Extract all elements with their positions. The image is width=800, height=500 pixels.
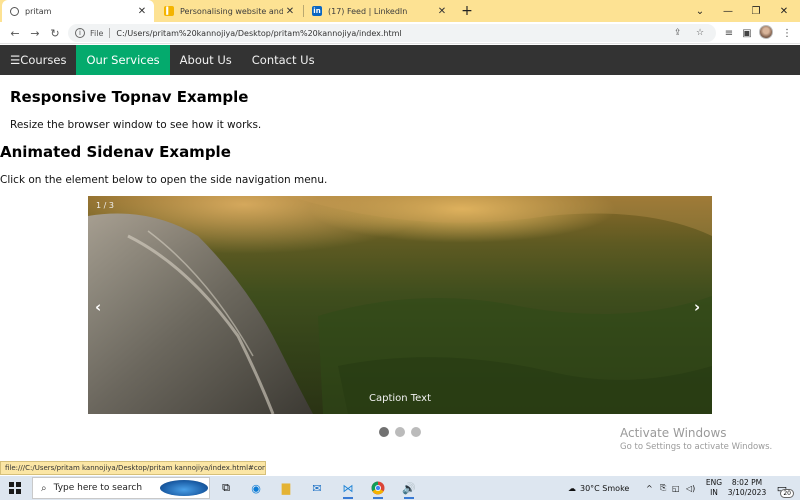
side-panel-icon[interactable]: ▣ — [738, 24, 756, 42]
text-topnav: Resize the browser window to see how it … — [10, 119, 262, 131]
share-icon[interactable]: ⇪ — [674, 24, 682, 42]
slide-number: 1 / 3 — [96, 201, 114, 210]
clock-time: 8:02 PM — [731, 478, 763, 487]
lang-region: IN — [710, 488, 718, 497]
status-url-bubble: file:///C:/Users/pritam kannojiya/Deskto… — [0, 461, 266, 475]
slide-dot-3[interactable] — [411, 427, 421, 437]
address-bar[interactable]: i File C:/Users/pritam%20kannojiya/Deskt… — [68, 24, 716, 42]
new-tab-button[interactable]: + — [458, 0, 476, 22]
search-placeholder: Type here to search — [53, 483, 143, 493]
text-sidenav: Click on the element below to open the s… — [0, 174, 328, 186]
task-view-icon[interactable]: ⧉ — [217, 479, 235, 497]
slide-caption: Caption Text — [368, 393, 432, 404]
browser-tab-strip: pritam ✕ ▍ Personalising website and und… — [0, 0, 800, 22]
system-clock[interactable]: 8:02 PM 3/10/2023 — [726, 478, 768, 498]
tab-title: Personalising website and under — [180, 6, 283, 16]
minimize-icon[interactable]: — — [714, 0, 742, 22]
url-text[interactable]: C:/Users/pritam%20kannojiya/Desktop/prit… — [116, 29, 401, 38]
chrome-icon[interactable] — [369, 479, 387, 499]
forward-arrow-icon[interactable]: → — [26, 24, 44, 42]
scheme-label: File — [90, 28, 104, 38]
tab-title: pritam — [25, 6, 52, 16]
browser-toolbar: ← → ↻ i File C:/Users/pritam%20kannojiya… — [0, 22, 800, 44]
file-explorer-icon[interactable]: ▇ — [277, 479, 295, 497]
speaker-app-icon[interactable]: 🔊 — [400, 479, 418, 499]
tab-close-icon[interactable]: ✕ — [135, 4, 149, 18]
onedrive-icon[interactable]: ⎘ — [660, 476, 666, 500]
mountain-forest-image — [88, 196, 712, 414]
lang-code: ENG — [705, 478, 723, 487]
heading-topnav: Responsive Topnav Example — [10, 88, 249, 106]
tab-search-chevron-icon[interactable]: ⌄ — [686, 0, 714, 22]
linkedin-icon: in — [312, 6, 322, 16]
vscode-icon[interactable]: ⋈ — [339, 479, 357, 499]
next-slide-button[interactable]: › — [694, 298, 700, 316]
clock-date: 3/10/2023 — [727, 488, 767, 497]
weather-widget[interactable]: ☁ 30°C Smoke — [568, 476, 629, 500]
notification-icon[interactable]: ▭ 20 — [774, 480, 794, 498]
info-icon[interactable]: i — [75, 28, 85, 38]
tab-close-icon[interactable]: ✕ — [435, 4, 449, 18]
slide-dot-1[interactable] — [379, 427, 389, 437]
nav-contact-us[interactable]: Contact Us — [242, 45, 325, 75]
omnibox-divider — [109, 28, 111, 38]
watermark-subtitle: Go to Settings to activate Windows. — [620, 442, 773, 452]
notification-badge: 20 — [780, 489, 794, 498]
reading-list-icon[interactable]: ≡ — [720, 24, 738, 42]
edge-browser-icon[interactable]: ◉ — [247, 479, 265, 497]
chrome-logo-icon — [371, 481, 385, 495]
tray-chevron-icon[interactable]: ^ — [646, 476, 653, 500]
weather-icon: ☁ — [568, 483, 576, 493]
back-arrow-icon[interactable]: ← — [6, 24, 24, 42]
reload-icon[interactable]: ↻ — [46, 24, 64, 42]
topnav: ☰Courses Our Services About Us Contact U… — [0, 45, 800, 75]
bookmark-star-icon[interactable]: ☆ — [696, 24, 704, 42]
prev-slide-button[interactable]: ‹ — [95, 298, 101, 316]
kebab-menu-icon[interactable]: ⋮ — [778, 24, 796, 42]
slide-dot-2[interactable] — [395, 427, 405, 437]
profile-avatar[interactable] — [759, 25, 773, 39]
tab-pritam[interactable]: pritam ✕ — [2, 0, 154, 22]
nav-about-us[interactable]: About Us — [170, 45, 242, 75]
slides-icon: ▍ — [164, 6, 174, 16]
weather-text: 30°C Smoke — [580, 483, 630, 493]
windows-taskbar: ⌕ Type here to search ⧉ ◉ ▇ ✉ ⋈ 🔊 ☁ 30°C… — [0, 476, 800, 500]
volume-icon[interactable]: ◁) — [686, 476, 695, 500]
network-icon[interactable]: ◱ — [672, 476, 680, 500]
mail-icon[interactable]: ✉ — [308, 479, 326, 497]
globe-icon — [10, 6, 19, 16]
windows-start-icon[interactable] — [9, 482, 21, 494]
nav-our-services[interactable]: Our Services — [76, 45, 170, 75]
watermark-title: Activate Windows — [620, 426, 727, 440]
close-window-icon[interactable]: ✕ — [770, 0, 798, 22]
nav-courses[interactable]: ☰Courses — [0, 45, 76, 75]
language-indicator[interactable]: ENG IN — [704, 478, 724, 498]
slide-dots — [379, 427, 421, 437]
search-highlight-art — [160, 480, 208, 496]
tab-title: (17) Feed | LinkedIn — [328, 6, 408, 16]
activate-windows-watermark: Activate Windows Go to Settings to activ… — [620, 426, 772, 452]
heading-sidenav: Animated Sidenav Example — [0, 143, 231, 161]
restore-icon[interactable]: ❐ — [742, 0, 770, 22]
tab-close-icon[interactable]: ✕ — [283, 4, 297, 18]
search-icon: ⌕ — [41, 482, 47, 494]
slideshow-image — [88, 196, 712, 414]
tab-personalising[interactable]: ▍ Personalising website and under ✕ — [156, 0, 302, 22]
tab-linkedin[interactable]: in (17) Feed | LinkedIn ✕ — [304, 0, 454, 22]
